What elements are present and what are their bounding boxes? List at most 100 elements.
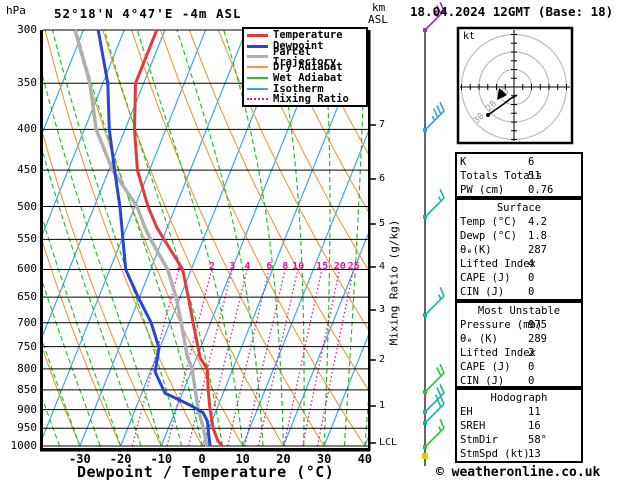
stat-label: EH xyxy=(460,405,528,419)
mixing-ratio-value-label: 2 xyxy=(209,261,215,272)
stat-value: 0 xyxy=(528,271,578,285)
stat-label: SREH xyxy=(460,419,528,433)
y-axis-line xyxy=(40,30,43,451)
stat-value: 289 xyxy=(528,332,578,346)
stat-row: θₑ(K)287 xyxy=(460,243,578,257)
stat-row: StmSpd (kt)13 xyxy=(460,447,578,461)
asl-unit-label: ASL xyxy=(368,13,388,26)
stat-row: Dewp (°C)1.8 xyxy=(460,229,578,243)
pressure-tick-label: 300 xyxy=(6,23,37,36)
stat-label: θₑ(K) xyxy=(460,243,528,257)
wind-barb-station-dot xyxy=(423,421,427,425)
legend: TemperatureDewpointParcel TrajectoryDry … xyxy=(242,27,368,107)
legend-item-label: Mixing Ratio xyxy=(273,94,349,104)
stat-label: Temp (°C) xyxy=(460,215,528,229)
surface-stats-box: Surface Temp (°C)4.2Dewp (°C)1.8θₑ(K)287… xyxy=(455,198,583,301)
km-tick-label: LCL xyxy=(379,437,397,448)
pressure-tick-label: 650 xyxy=(6,290,37,303)
stat-row: Temp (°C)4.2 xyxy=(460,215,578,229)
pressure-tick-label: 500 xyxy=(6,200,37,213)
skewt-sounding-page: 12346810152025102030 hPa 52°18'N 4°47'E … xyxy=(0,0,629,486)
legend-item: Wet Adiabat xyxy=(247,73,366,84)
pressure-tick-label: 750 xyxy=(6,340,37,353)
pressure-tick-label: 800 xyxy=(6,362,37,375)
stat-label: θₑ (K) xyxy=(460,332,528,346)
legend-item-label: Wet Adiabat xyxy=(273,73,343,83)
wind-barb xyxy=(423,287,444,317)
station-title: 52°18'N 4°47'E -4m ASL xyxy=(54,6,242,21)
mixing-ratio-value-label: 10 xyxy=(292,261,304,272)
stat-value: 51 xyxy=(528,169,578,183)
legend-line-sample xyxy=(247,34,268,37)
x-axis-line xyxy=(40,448,370,452)
wind-barb xyxy=(423,189,444,219)
hodograph-stats-title: Hodograph xyxy=(460,391,578,405)
stat-row: K6 xyxy=(460,155,578,169)
wind-barb xyxy=(423,102,444,132)
km-tick-label: 1 xyxy=(379,400,385,411)
wind-barb-station-dot xyxy=(423,445,427,449)
sounding-profiles xyxy=(75,30,222,446)
legend-line-sample xyxy=(247,45,268,48)
mixing-ratio-value-label: 4 xyxy=(244,261,250,272)
legend-item-label: Temperature xyxy=(273,30,343,40)
stat-label: CAPE (J) xyxy=(460,360,528,374)
stat-label: Totals Totals xyxy=(460,169,528,183)
legend-item-label: Dry Adiabat xyxy=(273,62,343,72)
legend-item: Mixing Ratio xyxy=(247,94,366,105)
stat-value: 0 xyxy=(528,360,578,374)
stat-row: PW (cm)0.76 xyxy=(460,183,578,197)
pressure-tick-label: 900 xyxy=(6,403,37,416)
km-tick-label: 2 xyxy=(379,354,385,365)
wind-barb-station-dot xyxy=(423,215,427,219)
wind-barb-station-dot xyxy=(423,313,427,317)
stat-label: StmSpd (kt) xyxy=(460,447,528,461)
mixing-ratio-value-label: 8 xyxy=(282,261,288,272)
temp-tick-label: -20 xyxy=(101,452,141,466)
mixing-ratio-value-label: 15 xyxy=(316,261,328,272)
mixing-ratio-axis-label: Mixing Ratio (g/kg) xyxy=(388,218,401,348)
pressure-tick-label: 550 xyxy=(6,232,37,245)
stat-row: StmDir58° xyxy=(460,433,578,447)
temp-tick-label: 20 xyxy=(263,452,303,466)
surface-wind-marker xyxy=(422,453,428,459)
wind-barb xyxy=(423,384,444,414)
stat-value: 975 xyxy=(528,318,578,332)
stat-row: θₑ (K)289 xyxy=(460,332,578,346)
hodograph-box xyxy=(458,28,572,143)
legend-line-sample xyxy=(247,88,268,90)
stat-label: CIN (J) xyxy=(460,374,528,388)
pressure-tick-label: 700 xyxy=(6,316,37,329)
mixing-ratio-line xyxy=(228,270,269,447)
km-tick-label: 3 xyxy=(379,304,385,315)
stat-value: 13 xyxy=(528,447,578,461)
hodograph-unit-label: kt xyxy=(463,31,475,42)
stat-value: 0.76 xyxy=(528,183,578,197)
right-border-line xyxy=(368,30,371,451)
stat-row: CIN (J)0 xyxy=(460,374,578,388)
surface-stats-title: Surface xyxy=(460,201,578,215)
mixing-ratio-line xyxy=(245,270,285,447)
legend-line-sample xyxy=(247,66,268,68)
datetime-label: 18.04.2024 12GMT (Base: 18) xyxy=(410,4,613,19)
stat-row: Lifted Index2 xyxy=(460,346,578,360)
pressure-tick-label: 600 xyxy=(6,262,37,275)
wind-barb xyxy=(423,364,444,394)
km-tick-label: 7 xyxy=(379,119,385,130)
pressure-tick-label: 450 xyxy=(6,163,37,176)
legend-line-sample xyxy=(247,77,268,79)
stat-row: Totals Totals51 xyxy=(460,169,578,183)
temp-tick-label: 10 xyxy=(223,452,263,466)
legend-line-sample xyxy=(247,55,268,58)
stat-value: 4.2 xyxy=(528,215,578,229)
wind-barb-station-dot xyxy=(423,128,427,132)
stat-label: Pressure (mb) xyxy=(460,318,528,332)
temp-tick-label: -30 xyxy=(60,452,100,466)
pressure-tick-label: 1000 xyxy=(6,439,37,452)
copyright-text: © weatheronline.co.uk xyxy=(436,465,600,480)
temp-tick-label: 40 xyxy=(345,452,385,466)
stat-value: 1.8 xyxy=(528,229,578,243)
mixing-ratio-value-label: 3 xyxy=(229,261,235,272)
km-tick-label: 4 xyxy=(379,261,385,272)
stat-value: 6 xyxy=(528,155,578,169)
